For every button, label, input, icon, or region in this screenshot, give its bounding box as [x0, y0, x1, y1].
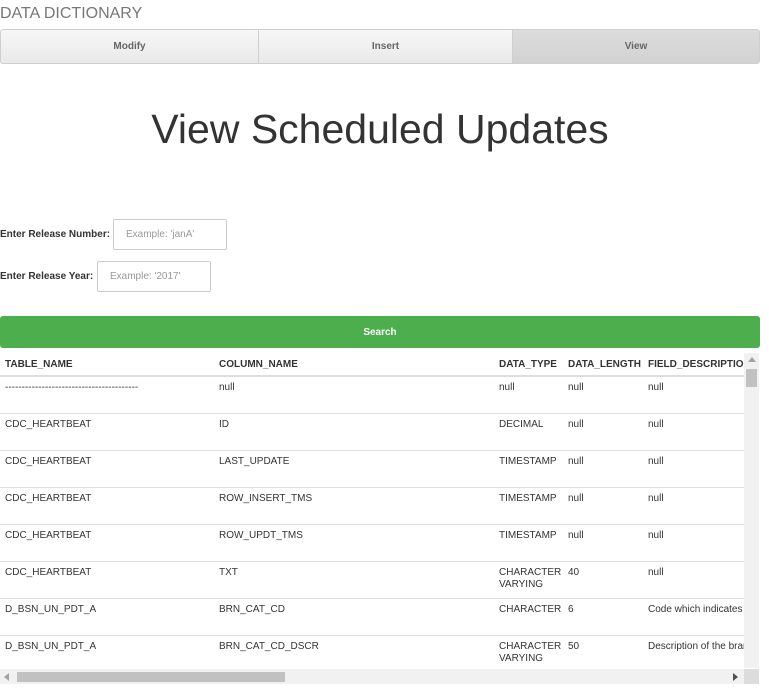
- column-header-column-name[interactable]: COLUMN_NAME: [214, 353, 494, 377]
- table-cell: TIMESTAMP: [494, 524, 563, 562]
- table-cell: ROW_UPDT_TMS: [214, 524, 494, 562]
- tab-insert[interactable]: Insert: [259, 30, 513, 63]
- table-cell: CDC_HEARTBEAT: [0, 413, 214, 451]
- table-cell: TXT: [214, 561, 494, 599]
- release-number-label: Enter Release Number:: [0, 229, 111, 240]
- table-cell: ROW_INSERT_TMS: [214, 487, 494, 525]
- table-cell: LAST_UPDATE: [214, 450, 494, 488]
- scroll-up-arrow-icon[interactable]: [748, 357, 756, 362]
- vertical-scrollbar[interactable]: [744, 353, 759, 668]
- results-table-container: TABLE_NAME COLUMN_NAME DATA_TYPE DATA_LE…: [0, 353, 744, 668]
- results-table: TABLE_NAME COLUMN_NAME DATA_TYPE DATA_LE…: [0, 353, 744, 668]
- table-cell: null: [563, 487, 643, 525]
- table-row: D_BSN_UN_PDT_A BRN_CAT_CD_DSCR CHARACTER…: [0, 635, 744, 668]
- vertical-scroll-thumb[interactable]: [746, 369, 757, 387]
- release-year-label: Enter Release Year:: [0, 271, 94, 282]
- tab-view[interactable]: View: [513, 30, 759, 63]
- table-cell: null: [643, 524, 744, 562]
- table-cell: CHARACTER: [494, 598, 563, 636]
- table-cell: null: [643, 487, 744, 525]
- tab-modify[interactable]: Modify: [1, 30, 259, 63]
- release-year-input[interactable]: [97, 261, 211, 292]
- table-cell: null: [214, 376, 494, 414]
- table-cell: null: [563, 376, 643, 414]
- horizontal-scroll-thumb[interactable]: [17, 672, 285, 682]
- table-cell: D_BSN_UN_PDT_A: [0, 598, 214, 636]
- search-button[interactable]: Search: [0, 316, 760, 348]
- table-cell: 6: [563, 598, 643, 636]
- table-cell: ----------------------------------------: [0, 376, 214, 414]
- column-header-table-name[interactable]: TABLE_NAME: [0, 353, 214, 377]
- table-cell: TIMESTAMP: [494, 450, 563, 488]
- table-cell: null: [563, 524, 643, 562]
- table-cell: CDC_HEARTBEAT: [0, 561, 214, 599]
- table-cell: null: [643, 450, 744, 488]
- table-cell: null: [643, 376, 744, 414]
- table-cell: CHARACTER VARYING: [494, 561, 563, 599]
- app-title: DATA DICTIONARY: [0, 5, 143, 22]
- scroll-right-arrow-icon[interactable]: [733, 673, 738, 681]
- table-cell: CDC_HEARTBEAT: [0, 524, 214, 562]
- table-cell: Description of the bran: [643, 635, 744, 668]
- table-cell: BRN_CAT_CD: [214, 598, 494, 636]
- table-cell: TIMESTAMP: [494, 487, 563, 525]
- table-row: CDC_HEARTBEAT TXT CHARACTER VARYING 40 n…: [0, 561, 744, 599]
- table-cell: null: [494, 376, 563, 414]
- table-cell: D_BSN_UN_PDT_A: [0, 635, 214, 668]
- scroll-left-arrow-icon[interactable]: [4, 673, 9, 681]
- scrollbar-corner: [744, 669, 759, 684]
- table-cell: null: [643, 413, 744, 451]
- table-cell: CHARACTER VARYING: [494, 635, 563, 668]
- table-cell: null: [563, 413, 643, 451]
- table-cell: null: [643, 561, 744, 599]
- table-cell: ID: [214, 413, 494, 451]
- release-number-input[interactable]: [113, 219, 227, 250]
- horizontal-scrollbar[interactable]: [0, 669, 744, 684]
- table-row: CDC_HEARTBEAT ID DECIMAL null null: [0, 413, 744, 451]
- table-header-row: TABLE_NAME COLUMN_NAME DATA_TYPE DATA_LE…: [0, 353, 744, 377]
- column-header-data-length[interactable]: DATA_LENGTH: [563, 353, 643, 377]
- table-cell: CDC_HEARTBEAT: [0, 487, 214, 525]
- column-header-data-type[interactable]: DATA_TYPE: [494, 353, 563, 377]
- table-row: ----------------------------------------…: [0, 376, 744, 414]
- table-cell: DECIMAL: [494, 413, 563, 451]
- table-cell: CDC_HEARTBEAT: [0, 450, 214, 488]
- column-header-field-description[interactable]: FIELD_DESCRIPTION: [643, 353, 744, 377]
- table-cell: Code which indicates t 3 for Customer, 9…: [643, 598, 744, 636]
- table-cell: null: [563, 450, 643, 488]
- table-row: D_BSN_UN_PDT_A BRN_CAT_CD CHARACTER 6 Co…: [0, 598, 744, 636]
- table-row: CDC_HEARTBEAT ROW_INSERT_TMS TIMESTAMP n…: [0, 487, 744, 525]
- table-cell: 50: [563, 635, 643, 668]
- tab-bar: Modify Insert View: [0, 29, 760, 64]
- table-row: CDC_HEARTBEAT LAST_UPDATE TIMESTAMP null…: [0, 450, 744, 488]
- table-cell: 40: [563, 561, 643, 599]
- table-row: CDC_HEARTBEAT ROW_UPDT_TMS TIMESTAMP nul…: [0, 524, 744, 562]
- page-title: View Scheduled Updates: [151, 106, 609, 152]
- table-cell: BRN_CAT_CD_DSCR: [214, 635, 494, 668]
